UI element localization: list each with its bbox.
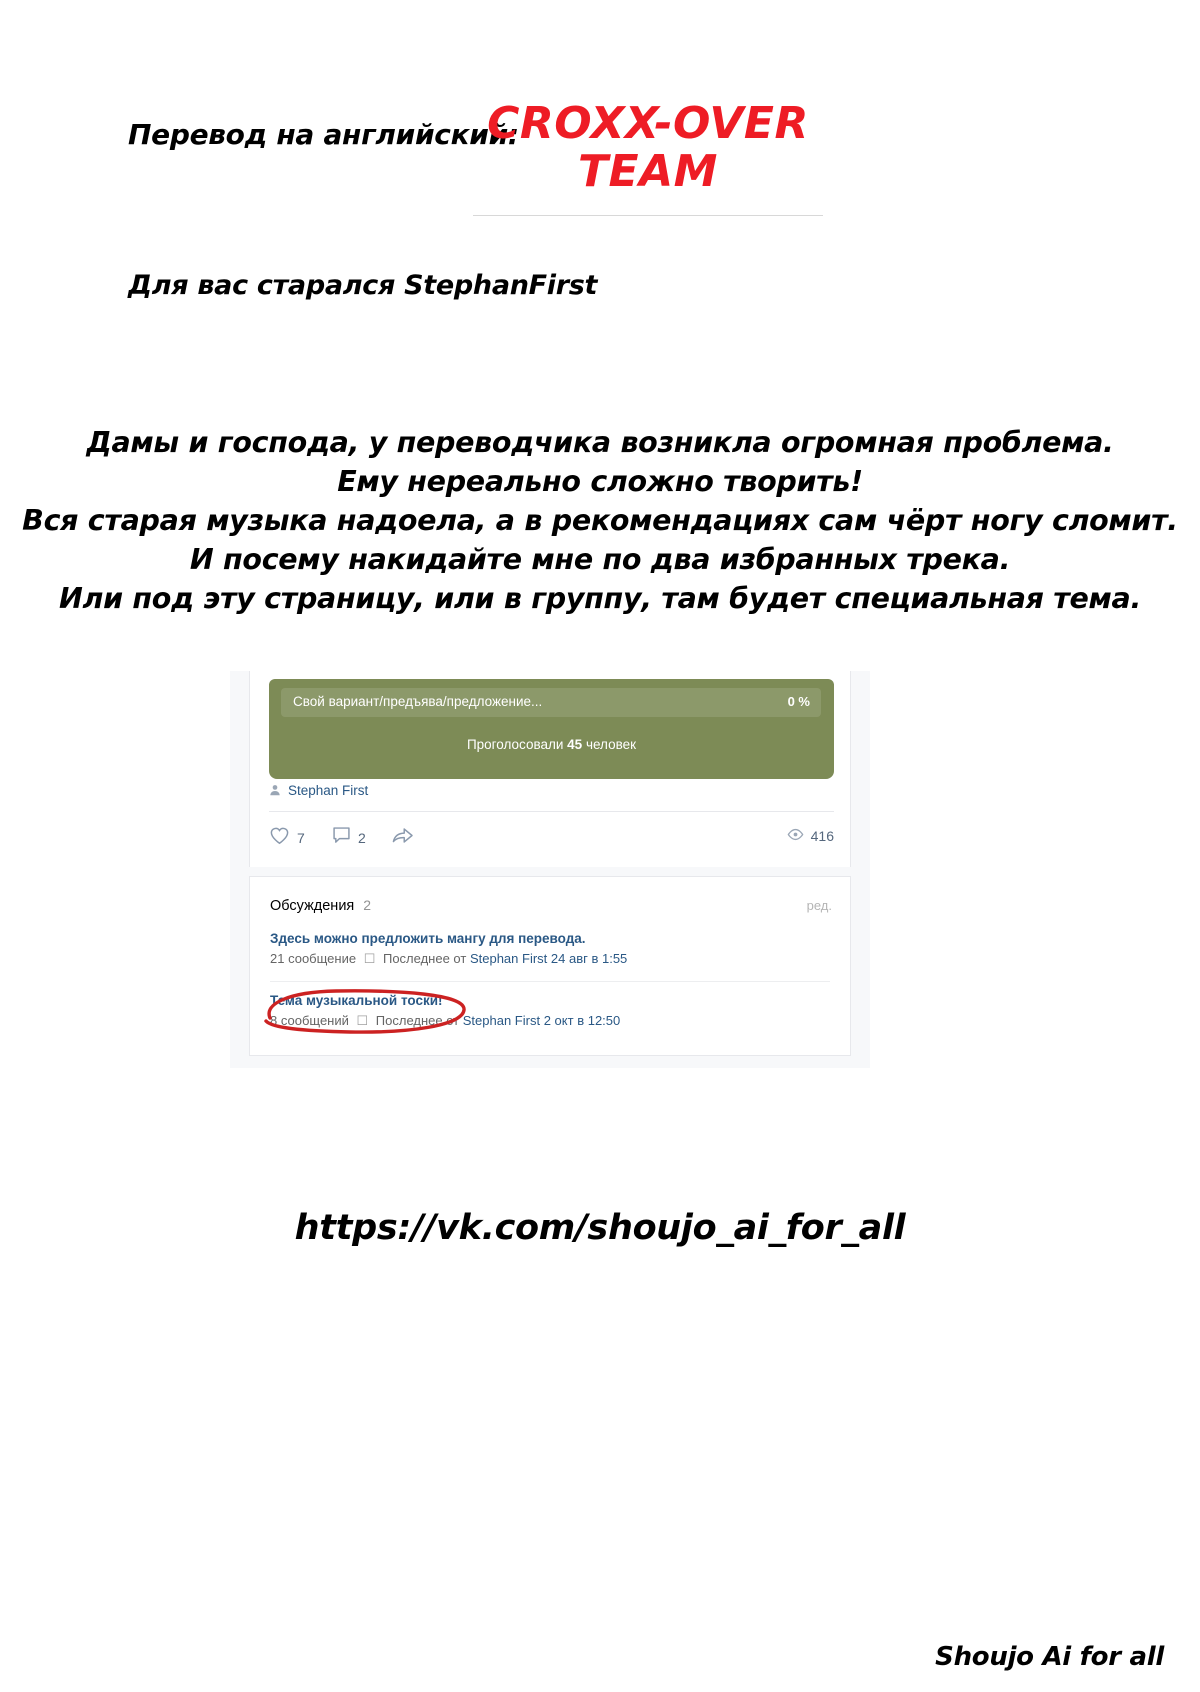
discussion-topic[interactable]: Здесь можно предложить мангу для перевод… <box>270 931 830 967</box>
share-arrow-icon <box>391 826 414 849</box>
footer-signature: Shoujo Ai for all <box>935 1642 1164 1672</box>
view-count: 416 <box>810 827 834 844</box>
poll-voters-line: Проголосовали 45 человек <box>269 737 834 752</box>
team-name-line-2: TEAM <box>578 145 718 197</box>
topic-last-author[interactable]: Stephan First <box>470 951 547 966</box>
comment-bubble-icon <box>332 826 351 849</box>
comment-count: 2 <box>358 829 366 846</box>
message-line: Или под эту страницу, или в группу, там … <box>59 582 1141 615</box>
topic-title[interactable]: Здесь можно предложить мангу для перевод… <box>270 931 830 946</box>
post-author[interactable]: Stephan First <box>269 780 368 800</box>
discussions-card: Обсуждения 2 ред. Здесь можно предложить… <box>249 876 851 1056</box>
comment-button[interactable]: 2 <box>332 826 366 849</box>
person-icon <box>269 781 281 800</box>
discussion-topic[interactable]: Тема музыкальной тоски! 8 сообщений ☐ По… <box>270 993 830 1029</box>
topic-last-prefix: Последнее от <box>375 1013 460 1028</box>
poll-option-label: Свой вариант/предъява/предложение... <box>293 694 543 709</box>
eye-icon <box>787 826 804 845</box>
post-author-name: Stephan First <box>288 782 369 798</box>
topic-meta: 8 сообщений ☐ Последнее от Stephan First… <box>270 1013 830 1029</box>
message-line: И посему накидайте мне по два избранных … <box>189 543 1011 576</box>
bullet-icon: ☐ <box>363 951 376 966</box>
poll-voters-suffix: человек <box>585 737 637 752</box>
team-name-underline <box>473 215 823 216</box>
post-actions-bar: 7 2 416 <box>269 823 834 857</box>
poll-widget: Свой вариант/предъява/предложение... 0 %… <box>269 679 834 779</box>
credit-line: Для вас старался StephanFirst <box>128 270 598 301</box>
message-line: Вся старая музыка надоела, а в рекоменда… <box>22 504 1178 537</box>
poll-option-percent: 0 % <box>787 694 810 709</box>
vk-content-column: Свой вариант/предъява/предложение... 0 %… <box>249 671 851 1068</box>
view-count-indicator: 416 <box>787 826 834 845</box>
poll-voters-count: 45 <box>567 737 583 752</box>
topic-last-author[interactable]: Stephan First <box>463 1013 540 1028</box>
message-line: Дамы и господа, у переводчика возникла о… <box>86 426 1114 459</box>
topic-separator <box>270 981 830 982</box>
vk-post-card: Свой вариант/предъява/предложение... 0 %… <box>249 671 851 867</box>
poll-voters-prefix: Проголосовали <box>466 737 564 752</box>
team-name: CROXX-OVER TEAM <box>473 100 823 195</box>
discussions-header: Обсуждения 2 ред. <box>270 897 832 914</box>
share-button[interactable] <box>391 826 414 849</box>
message-block: Дамы и господа, у переводчика возникла о… <box>0 423 1200 618</box>
topic-message-count: 8 сообщений <box>270 1013 349 1028</box>
discussions-edit-link[interactable]: ред. <box>807 898 832 913</box>
bullet-icon: ☐ <box>356 1013 369 1028</box>
translation-label: Перевод на английский: <box>128 118 519 151</box>
discussions-count: 2 <box>363 897 372 913</box>
post-divider <box>269 811 834 812</box>
topic-last-date: 2 окт в 12:50 <box>543 1013 621 1028</box>
message-line: Ему нереально сложно творить! <box>337 465 863 498</box>
topic-message-count: 21 сообщение <box>270 951 357 966</box>
heart-icon <box>269 826 290 849</box>
discussions-title: Обсуждения <box>270 898 355 914</box>
topic-title[interactable]: Тема музыкальной тоски! <box>270 993 830 1008</box>
topic-last-prefix: Последнее от <box>382 951 467 966</box>
embedded-vk-screenshot: Свой вариант/предъява/предложение... 0 %… <box>230 671 870 1068</box>
team-name-line-1: CROXX-OVER <box>487 98 809 149</box>
topic-last-date: 24 авг в 1:55 <box>550 951 628 966</box>
like-button[interactable]: 7 <box>269 826 305 849</box>
footer-url[interactable]: https://vk.com/shoujo_ai_for_all <box>0 1208 1200 1248</box>
poll-option-row[interactable]: Свой вариант/предъява/предложение... 0 % <box>281 688 821 717</box>
topic-meta: 21 сообщение ☐ Последнее от Stephan Firs… <box>270 951 830 967</box>
like-count: 7 <box>297 829 305 846</box>
